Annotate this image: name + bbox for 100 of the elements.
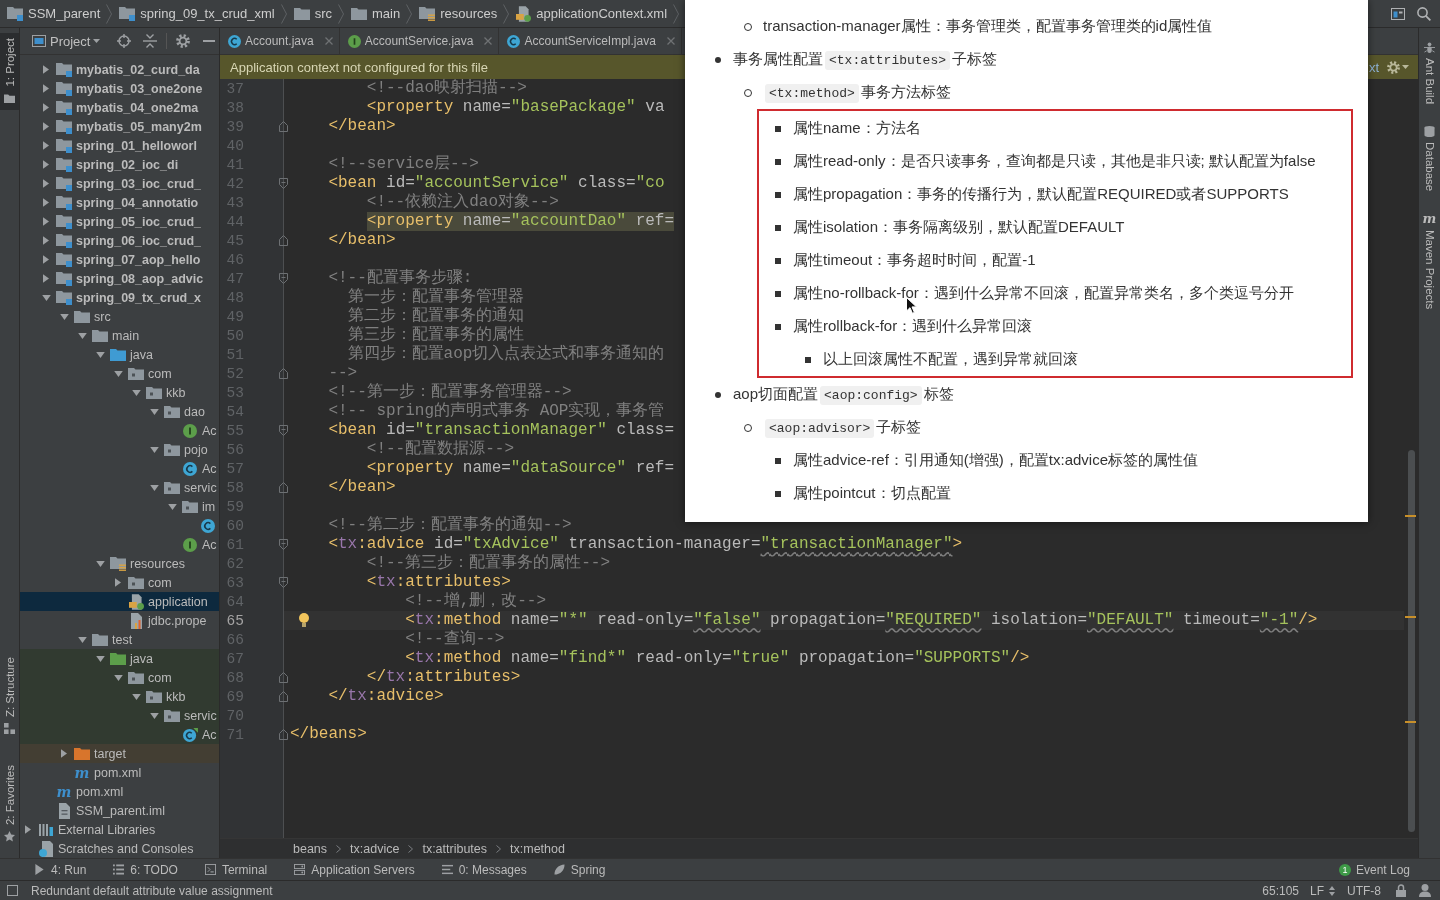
tree-item[interactable]: spring_01_helloworl bbox=[20, 136, 219, 155]
tree-item[interactable]: im bbox=[20, 497, 219, 516]
fold-marker-icon[interactable] bbox=[278, 425, 288, 436]
arrow-down-icon[interactable] bbox=[113, 674, 123, 681]
tree-item[interactable]: com bbox=[20, 364, 219, 383]
tree-item[interactable]: spring_05_ioc_crud_ bbox=[20, 212, 219, 231]
tool-window-button[interactable]: Application Servers bbox=[291, 860, 418, 879]
tree-item[interactable]: Ac bbox=[20, 421, 219, 440]
tool-window-button[interactable]: 4: Run bbox=[31, 860, 90, 879]
crosshair-icon[interactable] bbox=[117, 34, 132, 48]
arrow-down-icon[interactable] bbox=[167, 503, 177, 510]
breadcrumb-item[interactable]: applicationContext.xml bbox=[516, 5, 668, 22]
minimize-icon[interactable] bbox=[203, 40, 216, 42]
tree-item[interactable]: servic bbox=[20, 706, 219, 725]
arrow-down-icon[interactable] bbox=[95, 655, 105, 662]
breadcrumb-item[interactable]: SSM_parent bbox=[7, 6, 101, 21]
tree-item[interactable]: spring_07_aop_hello bbox=[20, 250, 219, 269]
editor-tab[interactable]: Account.java bbox=[220, 28, 340, 54]
close-icon[interactable] bbox=[324, 37, 333, 45]
tool-window-tab[interactable]: 2: Favorites bbox=[0, 759, 19, 848]
breadcrumb-item[interactable]: tx:attributes bbox=[422, 841, 488, 856]
arrow-right-icon[interactable] bbox=[43, 274, 49, 283]
tree-item[interactable]: m pom.xml bbox=[20, 763, 219, 782]
breadcrumb-item[interactable]: beans bbox=[293, 841, 328, 856]
arrow-right-icon[interactable] bbox=[115, 578, 121, 587]
tree-item[interactable]: pojo bbox=[20, 440, 219, 459]
breadcrumb-item[interactable]: tx:advice bbox=[350, 841, 400, 856]
arrow-down-icon[interactable] bbox=[59, 313, 69, 320]
tree-item[interactable]: mybatis_03_one2one bbox=[20, 79, 219, 98]
caret-icon[interactable] bbox=[1402, 65, 1409, 69]
tree-item[interactable]: com bbox=[20, 668, 219, 687]
tree-item[interactable]: External Libraries bbox=[20, 820, 219, 839]
tree-item[interactable]: dao bbox=[20, 402, 219, 421]
event-log-button[interactable]: 1 Event Log bbox=[1338, 862, 1410, 877]
arrow-right-icon[interactable] bbox=[43, 255, 49, 264]
arrow-down-icon[interactable] bbox=[149, 446, 159, 453]
tree-item[interactable]: Ac bbox=[20, 535, 219, 554]
arrow-down-icon[interactable] bbox=[113, 370, 123, 377]
tree-item[interactable]: test bbox=[20, 630, 219, 649]
arrow-down-icon[interactable] bbox=[41, 294, 51, 301]
tree-item[interactable]: kkb bbox=[20, 383, 219, 402]
arrow-right-icon[interactable] bbox=[43, 84, 49, 93]
tool-window-button[interactable]: Spring bbox=[550, 860, 609, 879]
caret-position[interactable]: 65:105 bbox=[1262, 883, 1299, 898]
tree-item[interactable]: spring_03_ioc_crud_ bbox=[20, 174, 219, 193]
configure-link[interactable]: xt bbox=[1368, 59, 1379, 75]
tree-item[interactable]: spring_04_annotatio bbox=[20, 193, 219, 212]
tree-item[interactable]: Ac bbox=[20, 725, 219, 744]
tree-item[interactable]: spring_02_ioc_di bbox=[20, 155, 219, 174]
fold-marker-icon[interactable] bbox=[278, 539, 288, 550]
tree-item[interactable]: SSM_parent.iml bbox=[20, 801, 219, 820]
arrow-right-icon[interactable] bbox=[43, 236, 49, 245]
tree-item[interactable]: spring_09_tx_crud_x bbox=[20, 288, 219, 307]
arrow-down-icon[interactable] bbox=[149, 408, 159, 415]
tree-item[interactable]: mybatis_04_one2ma bbox=[20, 98, 219, 117]
tool-window-tab[interactable]: 1: Project bbox=[0, 33, 19, 110]
arrow-right-icon[interactable] bbox=[43, 160, 49, 169]
tree-item[interactable]: kkb bbox=[20, 687, 219, 706]
fold-marker-icon[interactable] bbox=[278, 368, 288, 379]
arrow-right-icon[interactable] bbox=[43, 198, 49, 207]
tool-window-tab[interactable]: m Maven Projects bbox=[1419, 209, 1440, 314]
fold-marker-icon[interactable] bbox=[278, 273, 288, 284]
breadcrumb-item[interactable]: resources bbox=[419, 6, 498, 21]
arrow-right-icon[interactable] bbox=[61, 749, 67, 758]
tree-item[interactable]: main bbox=[20, 326, 219, 345]
tool-window-button[interactable]: Terminal bbox=[201, 860, 271, 879]
tool-window-tab[interactable]: Z: Structure bbox=[0, 651, 19, 740]
collapse-icon[interactable] bbox=[143, 34, 158, 48]
fold-marker-icon[interactable] bbox=[278, 482, 288, 493]
tree-item[interactable]: src bbox=[20, 307, 219, 326]
warning-marker[interactable] bbox=[1405, 616, 1416, 618]
file-encoding[interactable]: UTF-8 bbox=[1347, 883, 1381, 898]
breadcrumb-item[interactable]: tx:method bbox=[510, 841, 565, 856]
tree-item[interactable]: mybatis_05_many2m bbox=[20, 117, 219, 136]
lock-icon[interactable] bbox=[1396, 884, 1406, 897]
tree-item[interactable]: resources bbox=[20, 554, 219, 573]
arrow-right-icon[interactable] bbox=[43, 103, 49, 112]
arrow-right-icon[interactable] bbox=[43, 122, 49, 131]
settings-icon[interactable] bbox=[176, 34, 191, 48]
arrow-down-icon[interactable] bbox=[95, 351, 105, 358]
project-view-dropdown[interactable]: Project bbox=[50, 33, 101, 49]
arrow-down-icon[interactable] bbox=[131, 693, 141, 700]
breadcrumb-item[interactable]: spring_09_tx_crud_xml bbox=[119, 6, 275, 21]
tree-item[interactable]: m pom.xml bbox=[20, 782, 219, 801]
person-icon[interactable] bbox=[1419, 884, 1431, 897]
tree-item[interactable]: spring_06_ioc_crud_ bbox=[20, 231, 219, 250]
close-icon[interactable] bbox=[484, 37, 493, 45]
arrow-right-icon[interactable] bbox=[43, 179, 49, 188]
scrollbar-thumb[interactable] bbox=[1408, 450, 1415, 832]
arrow-down-icon[interactable] bbox=[77, 332, 87, 339]
warning-marker[interactable] bbox=[1405, 721, 1416, 723]
tree-item[interactable]: application bbox=[20, 592, 219, 611]
arrow-down-icon[interactable] bbox=[149, 484, 159, 491]
tree-item[interactable]: servic bbox=[20, 478, 219, 497]
tree-item[interactable]: mybatis_02_curd_da bbox=[20, 60, 219, 79]
warning-marker[interactable] bbox=[1405, 515, 1416, 517]
breadcrumb-item[interactable]: main bbox=[351, 6, 401, 21]
fold-marker-icon[interactable] bbox=[278, 691, 288, 702]
tool-window-button[interactable]: 0: Messages bbox=[438, 860, 530, 879]
arrow-right-icon[interactable] bbox=[43, 141, 49, 150]
